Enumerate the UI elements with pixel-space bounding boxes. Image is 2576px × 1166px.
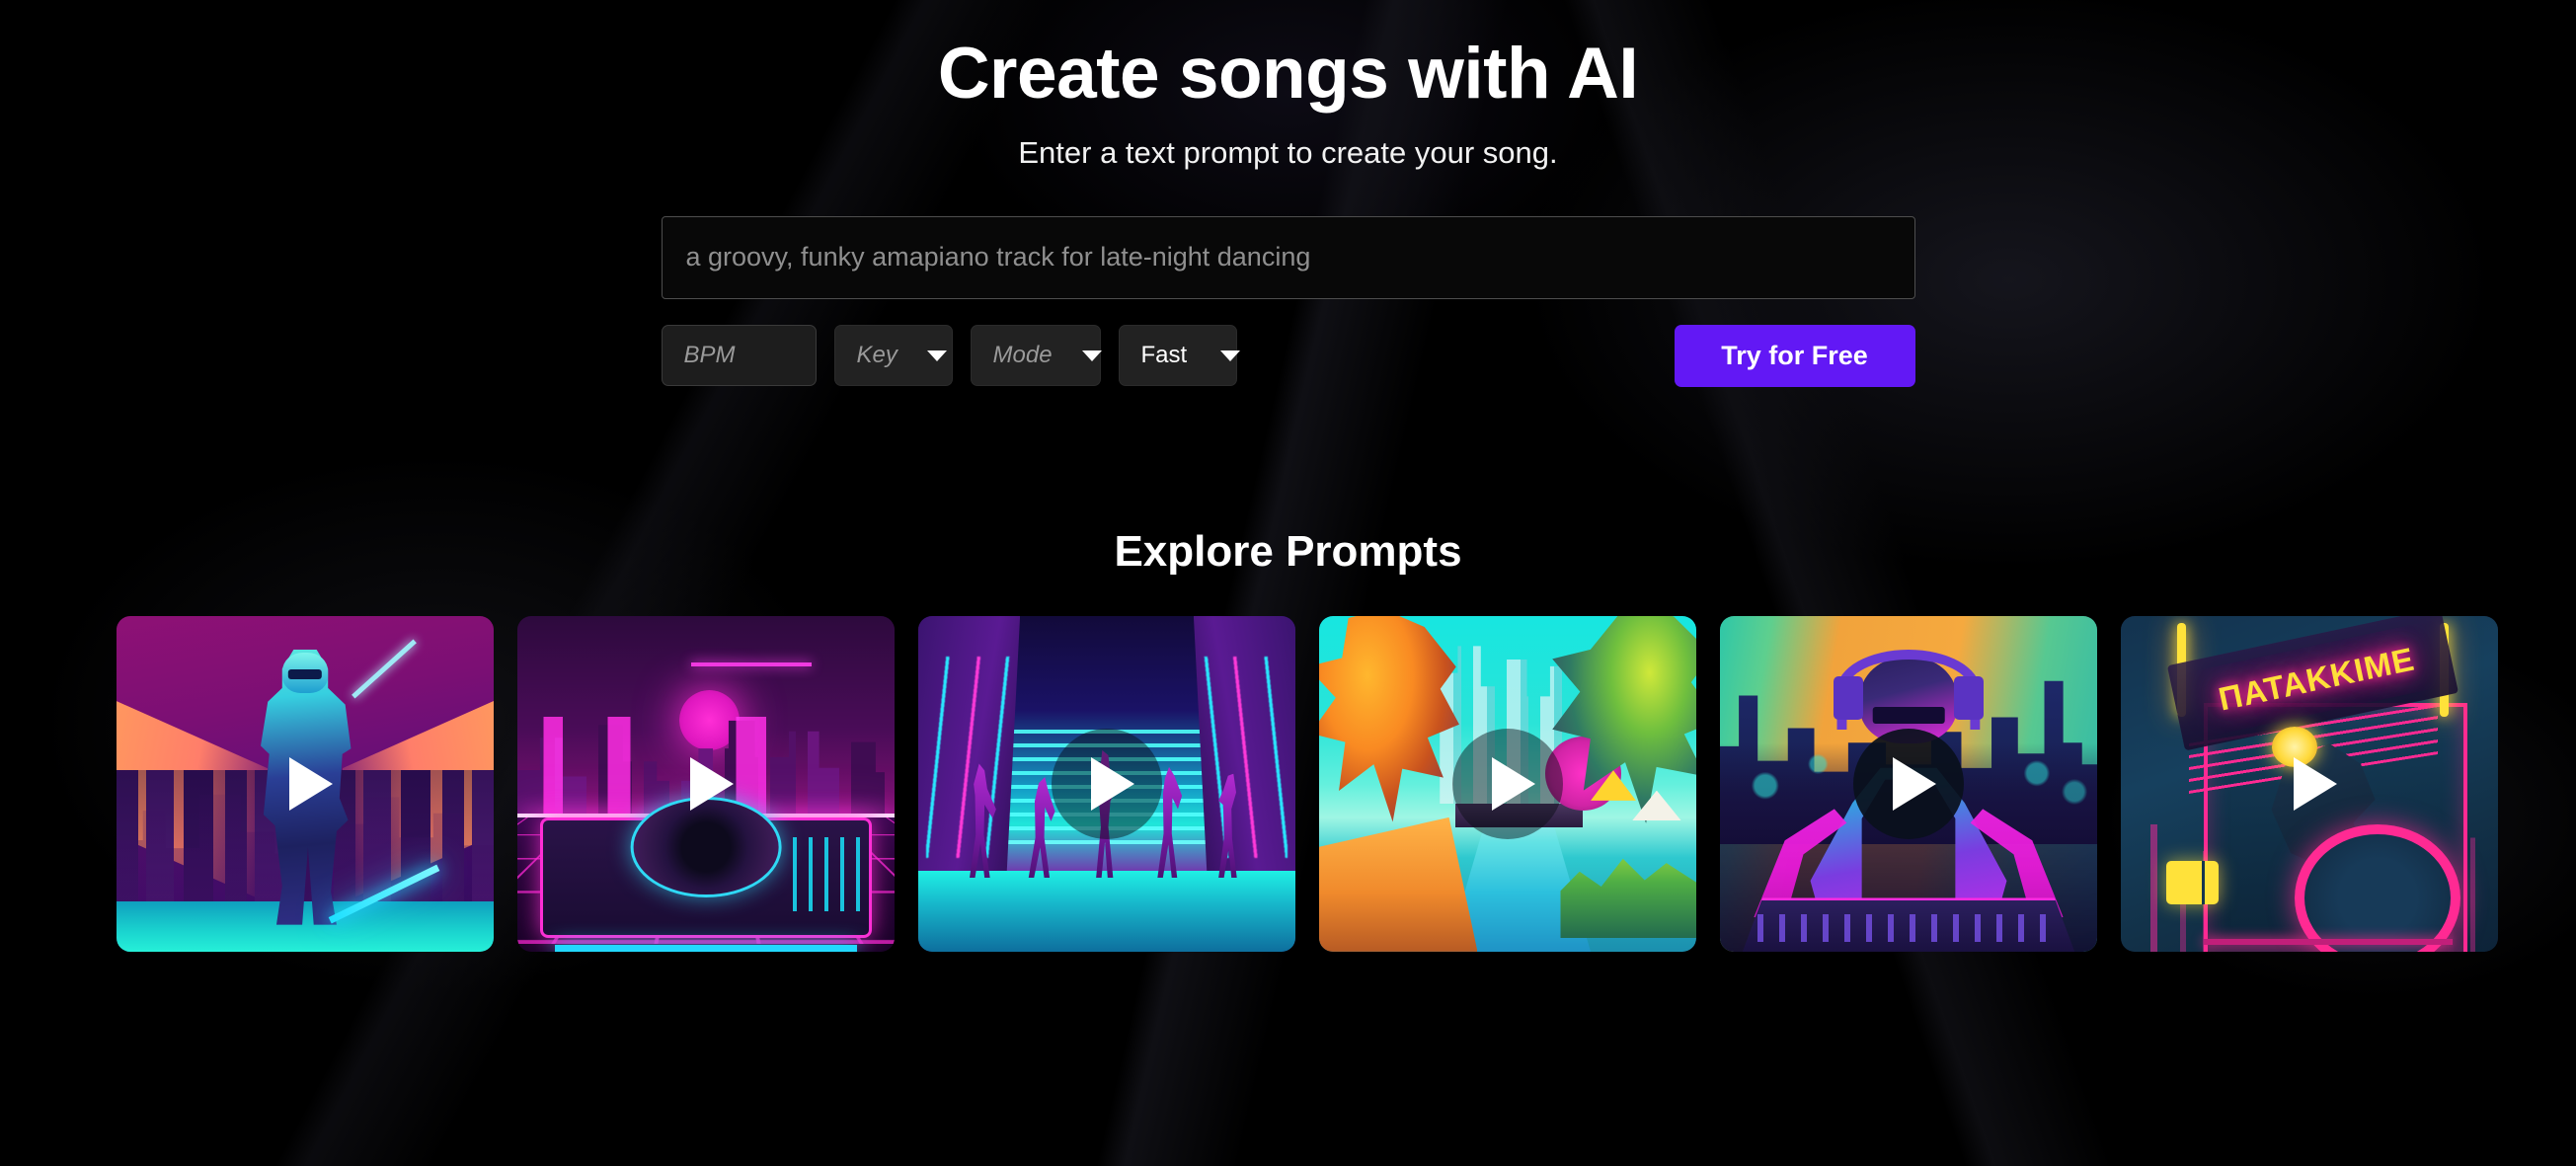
play-icon[interactable] (2254, 729, 2365, 839)
play-icon[interactable] (651, 729, 761, 839)
prompt-form: Key Mode Fast Try for Free (661, 215, 1915, 387)
prompt-card-dj-headphones[interactable] (1720, 615, 2097, 952)
page-subtitle: Enter a text prompt to create your song. (1018, 134, 1558, 170)
prompt-card-neon-knight[interactable] (117, 615, 494, 952)
mode-select-label: Mode (992, 342, 1053, 369)
page-title: Create songs with AI (937, 34, 1639, 114)
chevron-down-icon (1081, 350, 1102, 361)
prompt-input[interactable] (661, 215, 1915, 299)
chevron-down-icon (1220, 350, 1241, 361)
bpm-field[interactable] (661, 325, 817, 387)
prompt-card-neon-sign-drum[interactable]: ΠΑΤΑΚΚΙΜΕ (2121, 615, 2498, 952)
play-icon[interactable] (1052, 728, 1162, 839)
speed-select[interactable]: Fast (1118, 325, 1241, 387)
hero-section: Create songs with AI Enter a text prompt… (0, 0, 2576, 171)
prompt-card-list: ΠΑΤΑΚΚΙΜΕ (0, 615, 2576, 952)
prompt-card-neon-dancers[interactable] (918, 615, 1295, 952)
play-icon[interactable] (250, 729, 360, 839)
play-icon[interactable] (1853, 728, 1964, 839)
bpm-input[interactable] (683, 342, 794, 370)
try-for-free-button[interactable]: Try for Free (1674, 324, 1915, 387)
prompt-card-tropical-canal[interactable] (1319, 615, 1696, 952)
play-icon[interactable] (1452, 728, 1563, 839)
speed-select-label: Fast (1140, 342, 1188, 369)
key-select[interactable]: Key (833, 325, 953, 387)
prompt-card-synthwave-turntable[interactable] (517, 615, 895, 952)
chevron-down-icon (926, 350, 947, 361)
key-select-label: Key (856, 342, 898, 369)
explore-prompts-title: Explore Prompts (1114, 526, 1462, 576)
mode-select[interactable]: Mode (970, 325, 1102, 387)
prompt-controls-row: Key Mode Fast Try for Free (661, 324, 1915, 387)
explore-prompts-section: Explore Prompts ΠΑΤΑΚΚΙΜΕ (0, 527, 2576, 952)
page-root: Create songs with AI Enter a text prompt… (0, 0, 2576, 1166)
